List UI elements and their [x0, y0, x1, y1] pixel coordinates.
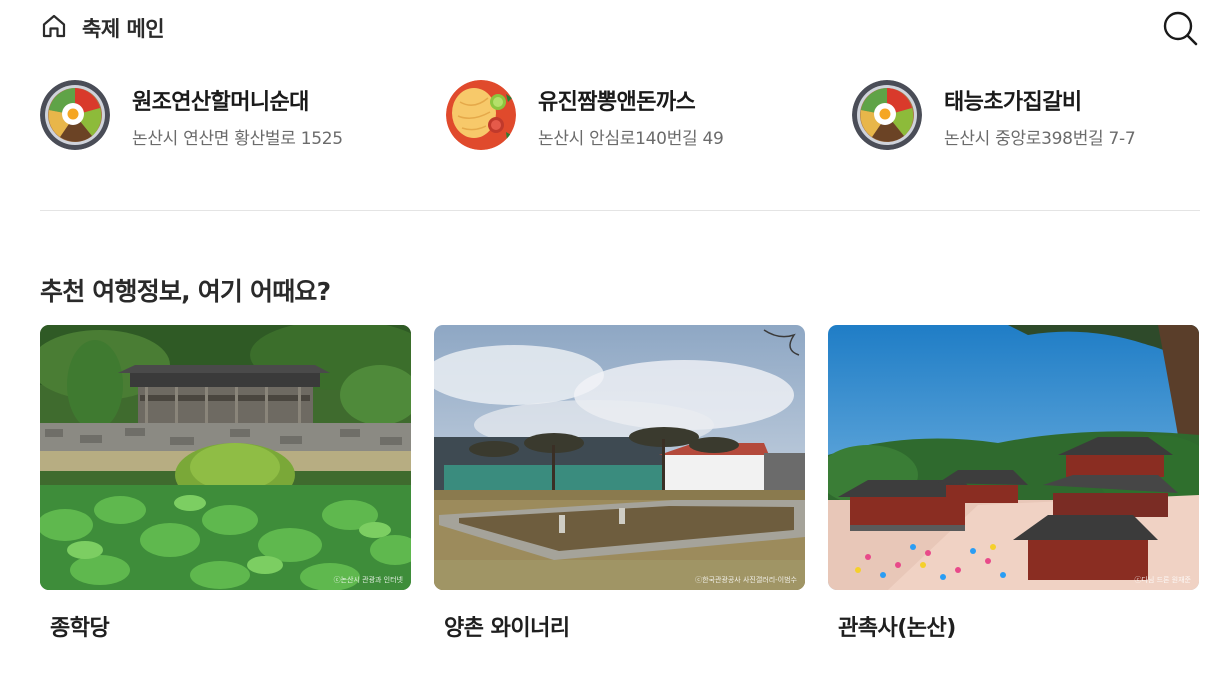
- photo-credit: ⓒ다님 드론 원재준: [1134, 576, 1191, 584]
- travel-card-photo: ⓒ한국관광공사 사진갤러리-이범수: [434, 325, 805, 590]
- bibimbap-icon: [852, 80, 922, 150]
- section-divider: [40, 210, 1200, 211]
- travel-card-photo: ⓒ다님 드론 원재준: [828, 325, 1199, 590]
- top-bar: 축제 메인: [0, 0, 1225, 56]
- travel-card-title: 양촌 와이너리: [444, 616, 570, 641]
- search-icon: [1163, 11, 1198, 46]
- restaurant-list: 원조연산할머니순대 논산시 연산면 황산벌로 1525 유진짬뽕앤돈까스 논산시…: [40, 80, 1200, 152]
- search-button[interactable]: [1160, 8, 1200, 48]
- recommend-section-title: 추천 여행정보, 여기 어때요?: [40, 277, 331, 306]
- restaurant-item[interactable]: 원조연산할머니순대 논산시 연산면 황산벌로 1525: [40, 80, 420, 152]
- page-title: 축제 메인: [82, 17, 165, 41]
- restaurant-name: 원조연산할머니순대: [132, 90, 309, 115]
- restaurant-item[interactable]: 태능초가집갈비 논산시 중앙로398번길 7-7: [852, 80, 1200, 152]
- restaurant-name: 유진짬뽕앤돈까스: [538, 90, 696, 115]
- restaurant-address: 논산시 안심로140번길 49: [538, 129, 724, 149]
- home-button[interactable]: 축제 메인: [40, 12, 165, 44]
- restaurant-item[interactable]: 유진짬뽕앤돈까스 논산시 안심로140번길 49: [446, 80, 826, 152]
- travel-card-photo: ⓒ논산시 관광과 인터넷: [40, 325, 411, 590]
- travel-card-title: 관촉사(논산): [838, 616, 956, 641]
- omelet-plate-icon: [446, 80, 516, 150]
- restaurant-name: 태능초가집갈비: [944, 90, 1082, 115]
- restaurant-address: 논산시 연산면 황산벌로 1525: [132, 129, 343, 149]
- bibimbap-icon: [40, 80, 110, 150]
- travel-card-title: 종학당: [50, 616, 110, 641]
- photo-credit: ⓒ한국관광공사 사진갤러리-이범수: [695, 576, 797, 584]
- restaurant-address: 논산시 중앙로398번길 7-7: [944, 129, 1136, 149]
- photo-credit: ⓒ논산시 관광과 인터넷: [333, 576, 403, 584]
- home-icon: [40, 12, 68, 44]
